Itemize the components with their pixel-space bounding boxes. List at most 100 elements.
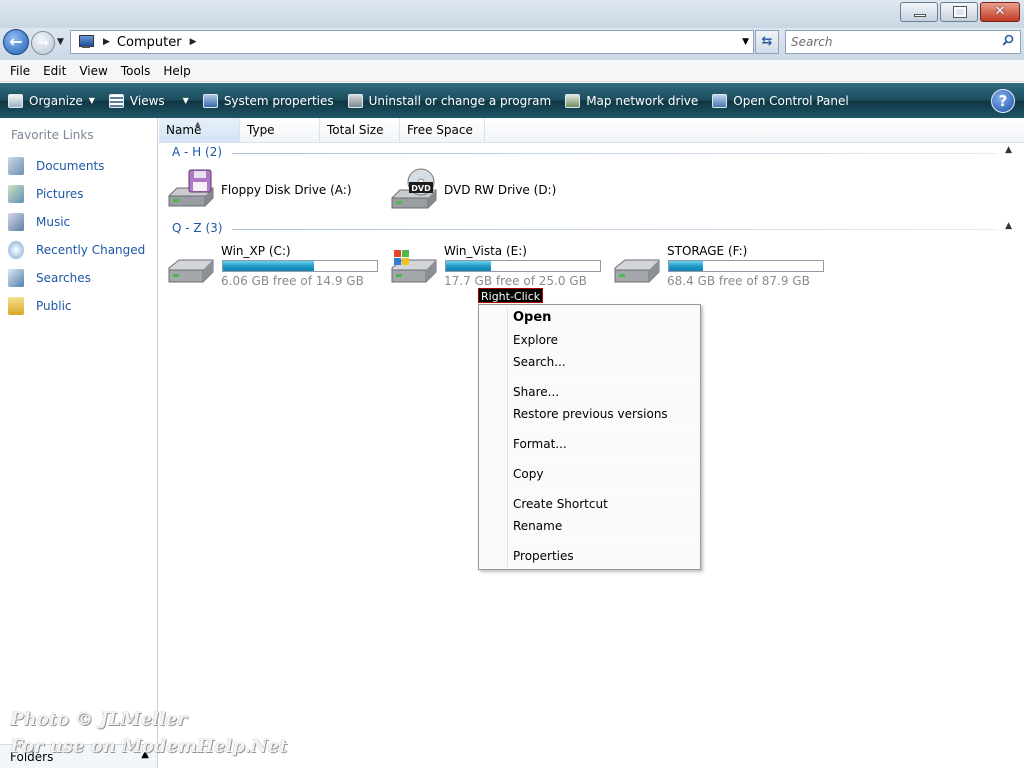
favorite-link-label: Public [36,299,72,313]
recently-changed-icon [8,241,24,259]
column-label: Free Space [407,123,473,137]
favorite-links-heading: Favorite Links [11,128,94,142]
drive-dvd[interactable]: DVD DVD RW Drive (D:) [390,168,570,212]
search-icon[interactable] [1002,34,1014,46]
recent-pages-dropdown-icon[interactable]: ▼ [57,37,64,47]
close-button[interactable]: ✕ [980,2,1020,22]
menu-file[interactable]: File [4,64,36,78]
maximize-button[interactable] [940,2,978,22]
menu-separator [509,429,698,430]
chevron-down-icon: ▼ [88,96,95,105]
group-header-q-z[interactable]: Q - Z (3) ▲ [172,221,1012,237]
minimize-button[interactable] [900,2,938,22]
context-menu-search[interactable]: Search... [513,352,693,372]
organize-icon [8,93,23,108]
drive-name: STORAGE (F:) [667,244,748,258]
drive-usage-bar [445,260,601,272]
back-button[interactable]: ← [3,29,29,55]
breadcrumb-separator-icon[interactable]: ▶ [103,37,110,47]
close-icon: ✕ [994,4,1006,19]
watermark-line-1: Photo © JLMeller [10,709,187,730]
context-menu-rename[interactable]: Rename [513,516,693,536]
search-input[interactable] [791,32,991,52]
drive-free-space: 17.7 GB free of 25.0 GB [444,274,587,288]
drive-e[interactable]: Win_Vista (E:) 17.7 GB free of 25.0 GB [390,244,605,288]
column-total-size[interactable]: Total Size [320,118,400,143]
title-bar: ✕ [0,0,1024,28]
column-type[interactable]: Type [240,118,320,143]
group-label: A - H (2) [172,145,223,159]
navigation-bar: ← → ▼ ▶ Computer ▶ ▼ ⇆ [0,28,1024,60]
minimize-icon [914,14,926,17]
context-menu-restore-previous-versions[interactable]: Restore previous versions [513,404,693,424]
command-bar: Organize ▼ Views ▼ System properties Unins… [0,83,1024,118]
search-box[interactable] [785,30,1021,54]
favorite-link-documents[interactable]: Documents [0,152,157,180]
uninstall-program-button[interactable]: Uninstall or change a program [347,93,552,108]
context-menu-explore[interactable]: Explore [513,330,693,350]
map-network-drive-button[interactable]: Map network drive [565,93,698,108]
menu-separator [509,541,698,542]
drive-usage-bar [668,260,824,272]
column-name[interactable]: ▲ Name [159,118,240,143]
control-panel-label: Open Control Panel [733,93,849,108]
drive-f[interactable]: STORAGE (F:) 68.4 GB free of 87.9 GB [613,244,828,288]
column-label: Total Size [327,123,384,137]
views-button[interactable]: Views ▼ [108,93,189,108]
menu-separator [509,489,698,490]
breadcrumb-computer[interactable]: Computer [117,35,182,50]
column-free-space[interactable]: Free Space [400,118,485,143]
system-properties-button[interactable]: System properties [202,93,334,108]
context-menu-properties[interactable]: Properties [513,546,693,566]
context-menu: Open Explore Search... Share... Restore … [478,304,701,570]
searches-icon [8,269,24,287]
context-menu-format[interactable]: Format... [513,434,693,454]
favorite-link-pictures[interactable]: Pictures [0,180,157,208]
help-button[interactable]: ? [991,89,1015,113]
context-menu-create-shortcut[interactable]: Create Shortcut [513,494,693,514]
uninstall-label: Uninstall or change a program [368,93,552,108]
favorite-link-label: Music [36,215,71,229]
collapse-group-icon[interactable]: ▲ [1005,221,1012,231]
music-icon [8,213,24,231]
refresh-button[interactable]: ⇆ [755,30,779,54]
address-dropdown-icon[interactable]: ▼ [742,37,749,47]
forward-button[interactable]: → [31,31,55,55]
menu-help[interactable]: Help [157,64,196,78]
menu-tools[interactable]: Tools [115,64,157,78]
breadcrumb-separator-icon[interactable]: ▶ [190,37,197,47]
context-menu-copy[interactable]: Copy [513,464,693,484]
column-label: Type [247,123,275,137]
favorite-link-public[interactable]: Public [0,292,157,320]
dvd-drive-icon: DVD [391,168,437,209]
menu-separator [509,459,698,460]
menu-edit[interactable]: Edit [37,64,72,78]
open-control-panel-button[interactable]: Open Control Panel [712,93,849,108]
drive-free-space: 68.4 GB free of 87.9 GB [667,274,810,288]
hard-drive-icon [614,259,660,283]
favorite-link-searches[interactable]: Searches [0,264,157,292]
hard-drive-icon [168,259,214,283]
drive-name: Win_XP (C:) [221,244,291,258]
drive-usage-fill [669,261,703,271]
computer-icon [77,34,95,50]
system-properties-label: System properties [223,93,334,108]
floppy-drive-icon [168,169,214,207]
drive-floppy[interactable]: Floppy Disk Drive (A:) [167,168,352,212]
organize-label: Organize [29,93,83,108]
collapse-group-icon[interactable]: ▲ [1005,145,1012,155]
system-properties-icon [202,93,218,108]
context-menu-share[interactable]: Share... [513,382,693,402]
programs-icon [347,93,363,108]
menu-view[interactable]: View [73,64,113,78]
favorite-link-music[interactable]: Music [0,208,157,236]
navigation-pane: Favorite Links Documents Pictures Music … [0,118,158,768]
drive-c[interactable]: Win_XP (C:) 6.06 GB free of 14.9 GB [167,244,382,288]
group-header-a-h[interactable]: A - H (2) ▲ [172,145,1012,161]
address-bar[interactable]: ▶ Computer ▶ ▼ [70,30,754,54]
documents-icon [8,157,24,175]
context-menu-open[interactable]: Open [513,308,693,328]
organize-button[interactable]: Organize ▼ [8,93,95,108]
window-controls: ✕ [898,2,1020,22]
favorite-link-recently-changed[interactable]: Recently Changed [0,236,157,264]
